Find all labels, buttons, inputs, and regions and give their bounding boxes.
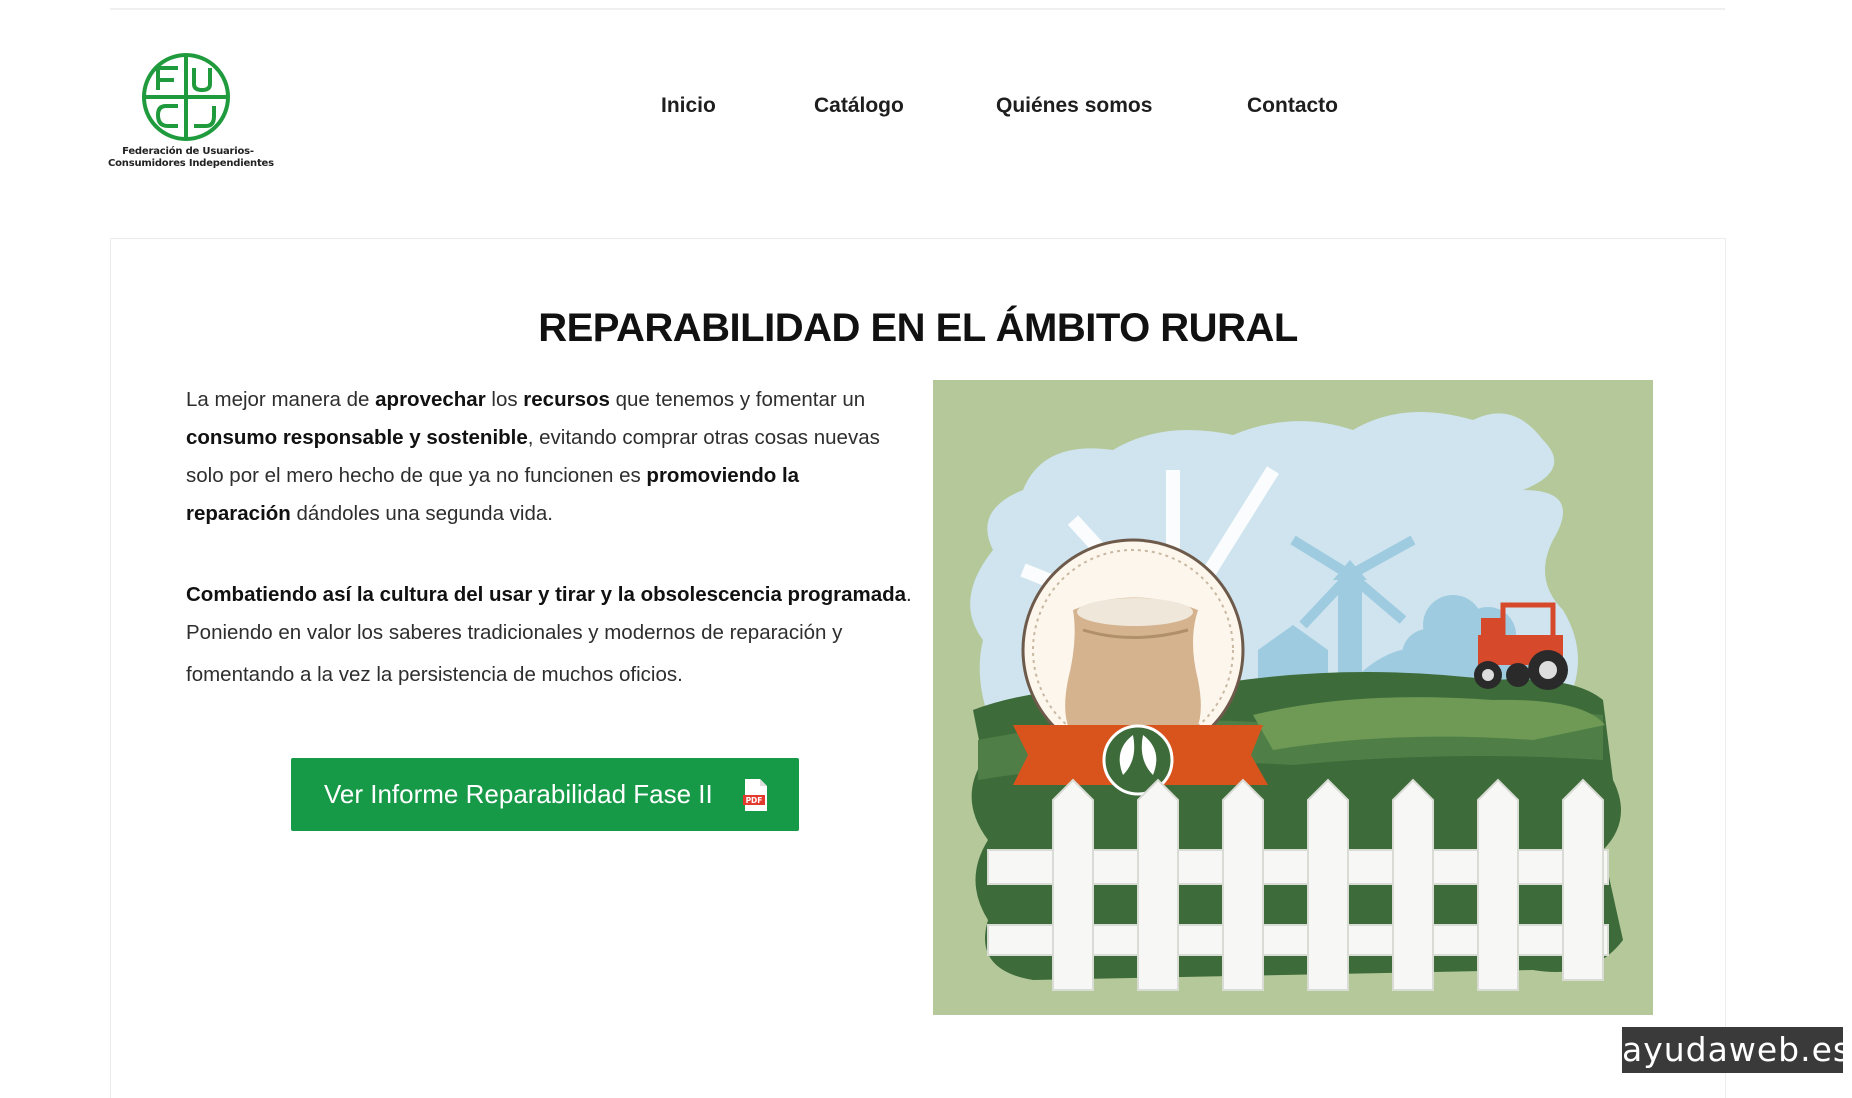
bold-text: consumo responsable y sostenible: [186, 426, 528, 449]
nav-item-inicio[interactable]: Inicio: [661, 94, 716, 118]
page-title: REPARABILIDAD EN EL ÁMBITO RURAL: [538, 305, 1298, 350]
second-paragraph: Combatiendo así la cultura del usar y ti…: [186, 576, 926, 694]
top-divider: [110, 8, 1725, 10]
view-report-button-label: Ver Informe Reparabilidad Fase II: [324, 779, 713, 809]
text-segment: , evitando comprar otras cosas nuevas: [527, 426, 880, 449]
watermark-badge: ayudaweb.es: [1622, 1027, 1850, 1073]
view-report-button[interactable]: Ver Informe Reparabilidad Fase II PDF: [291, 758, 799, 831]
text-segment: .: [906, 583, 912, 606]
text-segment: dándoles una segunda vida.: [290, 502, 553, 525]
bold-text: recursos: [523, 388, 610, 411]
bold-text: promoviendo la: [646, 464, 800, 487]
fuci-logo-icon: [142, 53, 230, 141]
text-segment: fomentando a la vez la persistencia de m…: [186, 663, 683, 686]
rural-farm-illustration: [933, 380, 1653, 1015]
pdf-file-icon: PDF: [743, 779, 767, 811]
bold-text: reparación: [186, 502, 291, 525]
logo-caption: Federación de Usuarios- Consumidores Ind…: [108, 146, 274, 170]
text-segment: que tenemos y fomentar un: [609, 388, 866, 411]
text-segment: los: [485, 388, 524, 411]
nav-item-contacto[interactable]: Contacto: [1247, 94, 1338, 118]
site-logo[interactable]: Federación de Usuarios- Consumidores Ind…: [108, 50, 274, 175]
logo-caption-line1: Federación de Usuarios-: [122, 146, 254, 157]
text-segment: solo por el mero hecho de que ya no func…: [186, 464, 647, 487]
nav-item-quienes-somos[interactable]: Quiénes somos: [996, 94, 1152, 118]
content-card: REPARABILIDAD EN EL ÁMBITO RURAL La mejo…: [110, 238, 1726, 1098]
bold-text: aprovechar: [375, 388, 486, 411]
logo-caption-line2: Consumidores Independientes: [108, 158, 274, 169]
pdf-icon-label: PDF: [746, 796, 763, 805]
nav-item-catalogo[interactable]: Catálogo: [814, 94, 904, 118]
text-segment: Poniendo en valor los saberes tradiciona…: [186, 621, 843, 644]
bold-text: Combatiendo así la cultura del usar y ti…: [186, 583, 907, 606]
intro-paragraph: La mejor manera de aprovechar los recurs…: [186, 381, 926, 533]
text-segment: La mejor manera de: [186, 388, 376, 411]
